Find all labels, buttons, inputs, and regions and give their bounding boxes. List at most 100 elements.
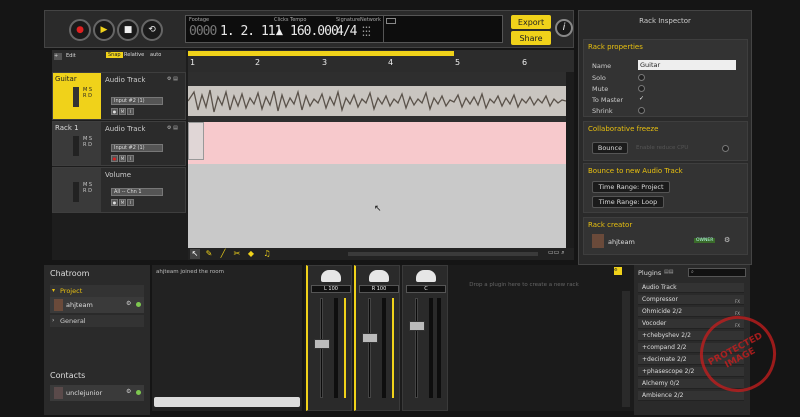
- rack-name-input[interactable]: Guitar: [638, 60, 736, 70]
- horizontal-scrollbar[interactable]: [348, 252, 538, 256]
- monitor-button[interactable]: M: [119, 108, 126, 115]
- time-range-loop-button[interactable]: Time Range: Loop: [592, 196, 664, 208]
- plugin-item[interactable]: Ambience 2/2: [638, 391, 744, 401]
- plugin-item[interactable]: Compressor FX: [638, 295, 744, 305]
- solo-checkbox[interactable]: [638, 74, 645, 81]
- bounce-button[interactable]: Bounce: [592, 142, 628, 154]
- track-header-volume[interactable]: M SR D Volume All -- Chn 1 ● M I: [52, 167, 186, 213]
- rack-1-lane[interactable]: [188, 122, 566, 164]
- fader-handle[interactable]: [362, 333, 378, 343]
- mute-checkbox[interactable]: [638, 85, 645, 92]
- snap-value-select[interactable]: auto: [150, 52, 161, 58]
- project-room[interactable]: ▾ Project: [50, 285, 144, 297]
- stop-button[interactable]: ■: [117, 19, 139, 41]
- pan-value[interactable]: C: [406, 285, 446, 293]
- track-header-rack-1[interactable]: Rack 1 M SR D Audio Track ⚙ ▤ Input #2 (…: [52, 121, 186, 166]
- volume-fader[interactable]: [314, 298, 330, 398]
- export-button[interactable]: Export: [511, 15, 551, 29]
- plugin-item[interactable]: Ohmicide 2/2 FX: [638, 307, 744, 317]
- mute-solo-buttons[interactable]: M SR D: [83, 87, 92, 99]
- record-arm-button[interactable]: ●: [111, 108, 118, 115]
- automation-target-select[interactable]: All -- Chn 1: [111, 188, 163, 196]
- mixer-strip-guitar: L 100: [306, 265, 352, 411]
- record-arm-button[interactable]: ●: [111, 199, 118, 206]
- fader-handle[interactable]: [314, 339, 330, 349]
- input-button[interactable]: I: [127, 199, 134, 206]
- lane-spacer: [188, 72, 566, 86]
- eraser-tool-icon[interactable]: ◆: [246, 249, 256, 259]
- loop-region[interactable]: [188, 51, 454, 56]
- plugin-search-input[interactable]: ⌕: [688, 268, 746, 277]
- volume-fader[interactable]: [362, 298, 378, 398]
- chat-message: ahjteam joined the room: [156, 269, 224, 275]
- pan-knob[interactable]: [416, 270, 436, 282]
- pan-knob[interactable]: [321, 270, 341, 282]
- section-title: Rack properties: [588, 43, 643, 51]
- monitor-button[interactable]: M: [119, 199, 126, 206]
- pencil-tool-icon[interactable]: ✎: [204, 249, 214, 259]
- to-master-checkbox[interactable]: ✓: [638, 96, 645, 103]
- share-button[interactable]: Share: [511, 31, 551, 45]
- loop-button[interactable]: ⟲: [141, 19, 163, 41]
- track-fader[interactable]: [73, 136, 79, 156]
- vertical-scrollbar[interactable]: [566, 72, 574, 252]
- fader-handle[interactable]: [409, 321, 425, 331]
- volume-fader[interactable]: [409, 298, 425, 398]
- track-input-select[interactable]: Input #2 (1): [111, 144, 163, 152]
- split-tool-icon[interactable]: ✂: [232, 249, 242, 259]
- input-button[interactable]: I: [127, 155, 134, 162]
- pan-value[interactable]: L 100: [311, 285, 351, 293]
- track-header-guitar[interactable]: Guitar M SR D Audio Track ⚙ ▤ Input #2 (…: [52, 72, 186, 120]
- mixer-scrollbar[interactable]: [622, 291, 630, 407]
- track-fader[interactable]: [73, 182, 79, 202]
- gear-icon[interactable]: ⚙: [126, 388, 131, 395]
- mute-tool-icon[interactable]: ♫: [262, 249, 272, 259]
- track-options-icon[interactable]: ⚙ ▤: [167, 125, 178, 131]
- edit-label[interactable]: Edit: [66, 53, 76, 59]
- record-button[interactable]: ●: [69, 19, 91, 41]
- pan-knob[interactable]: [369, 270, 389, 282]
- waveform: [188, 89, 566, 113]
- monitor-button[interactable]: M: [119, 155, 126, 162]
- expand-icon: ▾: [52, 287, 56, 294]
- gear-icon[interactable]: ⚙: [724, 236, 730, 244]
- brush-tool-icon[interactable]: ╱: [218, 249, 228, 259]
- zoom-controls[interactable]: ▭▭ ⌕: [548, 249, 565, 257]
- relative-toggle[interactable]: Relative: [124, 52, 144, 58]
- chat-input[interactable]: [154, 397, 300, 407]
- gear-icon[interactable]: ⚙: [126, 300, 131, 307]
- info-icon[interactable]: i: [555, 19, 573, 37]
- snap-toggle[interactable]: Snap: [106, 52, 123, 58]
- chat-user-row[interactable]: ahjteam ⚙: [50, 297, 144, 313]
- mute-solo-buttons[interactable]: M SR D: [83, 136, 92, 148]
- mute-solo-buttons[interactable]: M SR D: [83, 182, 92, 194]
- add-track-icon[interactable]: +: [54, 53, 62, 60]
- record-arm-button[interactable]: ●: [111, 155, 118, 162]
- audio-region-guitar[interactable]: [188, 86, 566, 116]
- mixer-settings-icon[interactable]: ⚙: [614, 267, 622, 275]
- collaborative-freeze-section: Collaborative freeze Bounce Enable reduc…: [583, 121, 748, 161]
- view-toggle-icon[interactable]: ▤▤: [664, 269, 673, 275]
- play-button[interactable]: ▶: [93, 19, 115, 41]
- overview-toggle[interactable]: [386, 18, 396, 24]
- shrink-checkbox[interactable]: [638, 107, 645, 114]
- track-color-strip: M SR D: [53, 168, 101, 212]
- signature-display[interactable]: 4/4: [336, 24, 358, 39]
- reduce-cpu-checkbox[interactable]: [722, 145, 729, 152]
- track-fader[interactable]: [73, 87, 79, 107]
- metronome-icon[interactable]: ▲: [276, 27, 283, 37]
- input-button[interactable]: I: [127, 108, 134, 115]
- plugin-label: Audio Track: [642, 284, 677, 291]
- general-room[interactable]: › General: [50, 315, 144, 327]
- tempo-display[interactable]: 160.000: [290, 24, 339, 39]
- track-options-icon[interactable]: ⚙ ▤: [167, 76, 178, 82]
- track-input-select[interactable]: Input #2 (1): [111, 97, 163, 105]
- rack-1-region[interactable]: [188, 122, 204, 160]
- signature-label: Signature: [336, 17, 361, 23]
- contact-row[interactable]: unclejunior ⚙: [50, 385, 144, 401]
- plugin-item[interactable]: Audio Track: [638, 283, 744, 293]
- time-range-project-button[interactable]: Time Range: Project: [592, 181, 670, 193]
- pan-value[interactable]: R 100: [359, 285, 399, 293]
- timeline-ruler[interactable]: 1 2 3 4 5 6: [188, 50, 574, 72]
- pointer-tool-icon[interactable]: ↖: [190, 249, 200, 259]
